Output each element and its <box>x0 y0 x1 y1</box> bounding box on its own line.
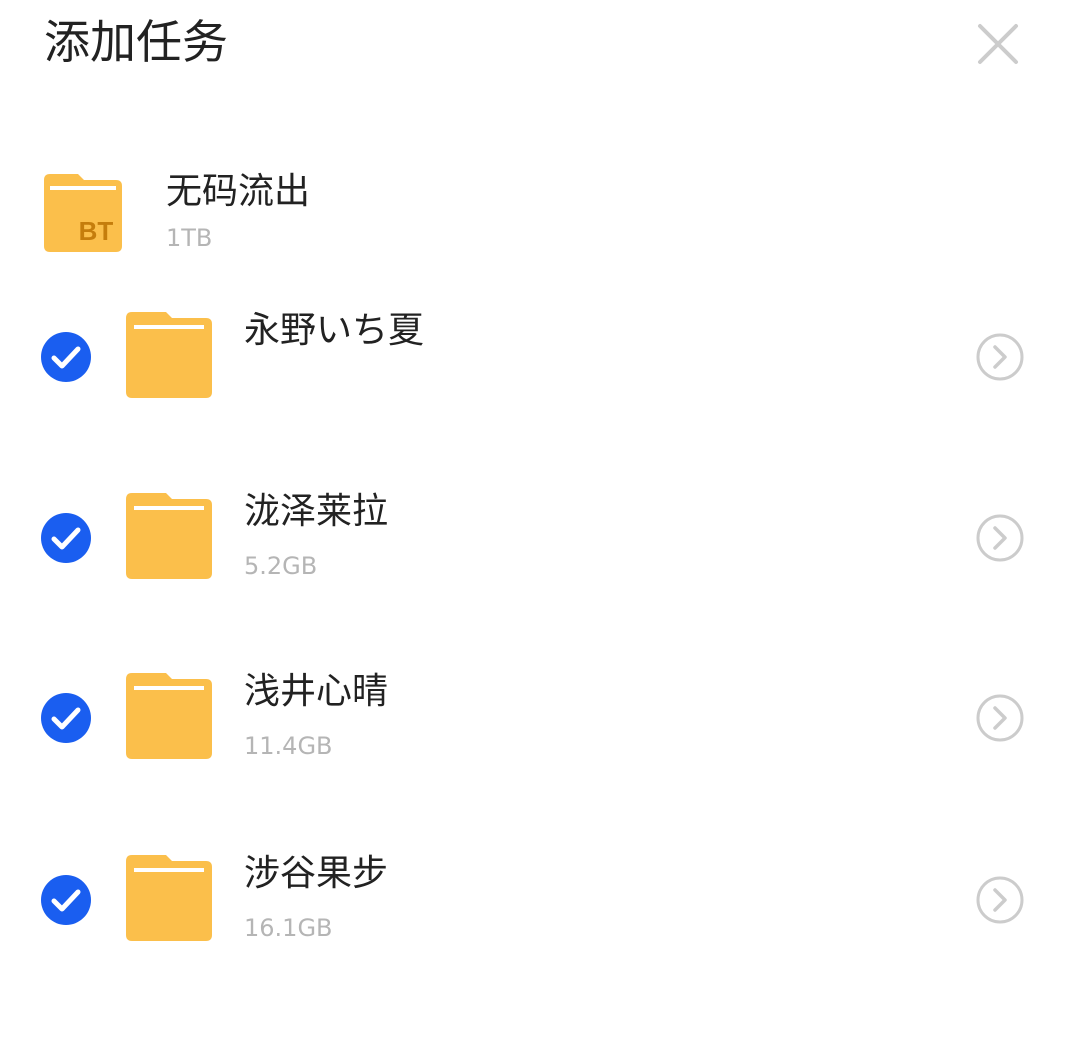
folder-name: 涉谷果步 <box>244 853 389 894</box>
folder-name: 泷泽莱拉 <box>244 491 389 532</box>
folder-name: 永野いち夏 <box>244 310 425 351</box>
checked-icon[interactable] <box>40 512 92 564</box>
list-item[interactable]: 泷泽莱拉 5.2GB <box>0 476 1080 646</box>
folder-icon <box>126 673 212 759</box>
list-item[interactable]: 浅井心晴 11.4GB <box>0 656 1080 826</box>
close-icon[interactable] <box>972 18 1024 70</box>
checked-icon[interactable] <box>40 874 92 926</box>
chevron-right-icon[interactable] <box>974 512 1026 564</box>
svg-text:BT: BT <box>79 216 114 246</box>
folder-name: 浅井心晴 <box>244 671 389 712</box>
torrent-root-item: BT 无码流出 1TB <box>0 160 1080 260</box>
chevron-right-icon[interactable] <box>974 331 1026 383</box>
checked-icon[interactable] <box>40 692 92 744</box>
folder-size: 11.4GB <box>244 732 333 760</box>
folder-size: 16.1GB <box>244 914 333 942</box>
dialog-title: 添加任务 <box>44 15 228 69</box>
chevron-right-icon[interactable] <box>974 692 1026 744</box>
torrent-name: 无码流出 <box>166 171 311 212</box>
checked-icon[interactable] <box>40 331 92 383</box>
folder-size: 5.2GB <box>244 552 318 580</box>
folder-icon <box>126 312 212 398</box>
list-item[interactable]: 涉谷果步 16.1GB <box>0 838 1080 1008</box>
chevron-right-icon[interactable] <box>974 874 1026 926</box>
torrent-size: 1TB <box>166 224 213 252</box>
folder-icon <box>126 855 212 941</box>
bt-folder-icon: BT <box>44 174 122 252</box>
folder-icon <box>126 493 212 579</box>
list-item[interactable]: 永野いち夏 <box>0 295 1080 465</box>
